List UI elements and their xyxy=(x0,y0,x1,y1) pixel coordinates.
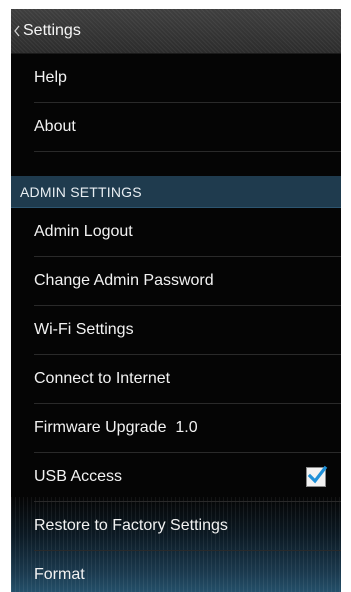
list-item-about[interactable]: About xyxy=(34,103,341,152)
action-bar: Settings xyxy=(11,9,341,54)
list-item-label: USB Access xyxy=(34,468,123,485)
list-item-label: Firmware Upgrade 1.0 xyxy=(34,419,198,436)
settings-list: Help About ADMIN SETTINGS Admin Logout C… xyxy=(11,54,341,592)
list-item-format[interactable]: Format xyxy=(34,551,341,592)
settings-screen: Settings Help About ADMIN SETTINGS Admin… xyxy=(11,9,341,592)
list-item-wifi-settings[interactable]: Wi-Fi Settings xyxy=(34,306,341,355)
list-item-usb-access[interactable]: USB Access xyxy=(34,453,341,502)
chevron-left-icon[interactable] xyxy=(12,21,22,41)
list-item-label: Connect to Internet xyxy=(34,370,171,387)
list-item-label: Change Admin Password xyxy=(34,272,214,289)
list-item-label: Help xyxy=(34,69,67,86)
list-item-admin-logout[interactable]: Admin Logout xyxy=(34,208,341,257)
list-item-change-admin-password[interactable]: Change Admin Password xyxy=(34,257,341,306)
checkmark-icon xyxy=(307,465,328,484)
list-item-label: Admin Logout xyxy=(34,223,133,240)
page-title[interactable]: Settings xyxy=(23,22,81,40)
section-header-admin: ADMIN SETTINGS xyxy=(11,176,341,208)
list-item-label: Format xyxy=(34,566,85,583)
list-item-connect-to-internet[interactable]: Connect to Internet xyxy=(34,355,341,404)
list-item-restore-factory-settings[interactable]: Restore to Factory Settings xyxy=(34,502,341,551)
list-item-label: Restore to Factory Settings xyxy=(34,517,228,534)
list-item-label: About xyxy=(34,118,76,135)
list-item-help[interactable]: Help xyxy=(34,54,341,103)
list-item-firmware-upgrade[interactable]: Firmware Upgrade 1.0 xyxy=(34,404,341,453)
list-item-label: Wi-Fi Settings xyxy=(34,321,134,338)
usb-access-checkbox[interactable] xyxy=(306,465,328,487)
